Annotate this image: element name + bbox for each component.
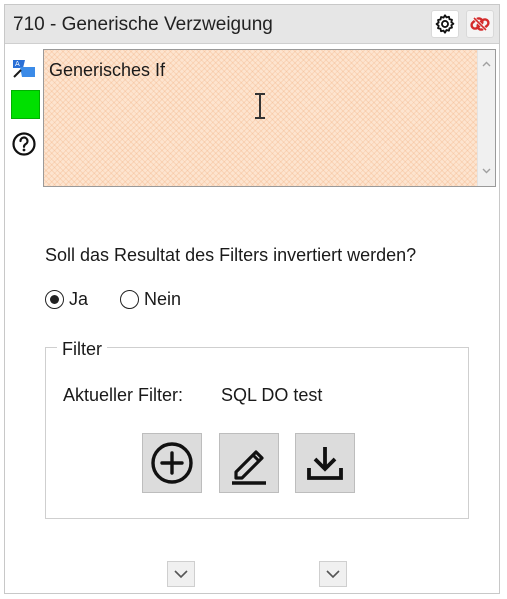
remove-connection-button[interactable] bbox=[466, 10, 494, 38]
help-icon bbox=[12, 132, 36, 156]
edit-filter-button[interactable] bbox=[219, 433, 279, 493]
invert-question: Soll das Resultat des Filters invertiert… bbox=[45, 245, 417, 265]
radio-ja[interactable]: Ja bbox=[45, 289, 88, 310]
gear-icon bbox=[435, 14, 455, 34]
window-title: 710 - Generische Verzweigung bbox=[13, 14, 273, 35]
expand-right-button[interactable] bbox=[319, 561, 347, 587]
radio-nein-label: Nein bbox=[144, 289, 182, 309]
add-filter-button[interactable] bbox=[142, 433, 202, 493]
current-filter-value: SQL DO test bbox=[221, 385, 323, 405]
chevron-down-icon bbox=[326, 570, 340, 579]
chevron-down-icon bbox=[174, 570, 188, 579]
radio-nein[interactable]: Nein bbox=[120, 289, 181, 310]
node-properties-panel: 710 - Generische Verzweigung A Generisch… bbox=[4, 4, 500, 594]
filter-group-title: Filter bbox=[57, 339, 107, 360]
download-filter-button[interactable] bbox=[295, 433, 355, 493]
translate-button[interactable]: A bbox=[11, 55, 37, 81]
current-filter-label: Aktueller Filter: bbox=[63, 385, 184, 405]
expand-left-button[interactable] bbox=[167, 561, 195, 587]
description-text: Generisches If bbox=[49, 60, 166, 80]
title-bar: 710 - Generische Verzweigung bbox=[5, 5, 499, 44]
scroll-down-icon[interactable] bbox=[480, 164, 493, 177]
svg-text:A: A bbox=[15, 60, 20, 68]
add-icon bbox=[151, 442, 193, 484]
radio-ja-label: Ja bbox=[69, 289, 89, 309]
radio-nein-circle[interactable] bbox=[120, 290, 139, 309]
help-button[interactable] bbox=[11, 131, 37, 157]
scroll-up-icon[interactable] bbox=[480, 58, 493, 71]
text-cursor-icon bbox=[255, 93, 265, 119]
radio-ja-circle[interactable] bbox=[45, 290, 64, 309]
color-swatch[interactable] bbox=[11, 90, 40, 119]
download-icon bbox=[307, 447, 343, 480]
settings-button[interactable] bbox=[431, 10, 459, 38]
remove-link-icon bbox=[470, 16, 490, 32]
description-scrollbar[interactable] bbox=[477, 50, 495, 186]
translate-icon: A bbox=[13, 60, 35, 78]
description-textarea[interactable]: Generisches If bbox=[43, 49, 496, 187]
edit-icon bbox=[232, 450, 266, 485]
